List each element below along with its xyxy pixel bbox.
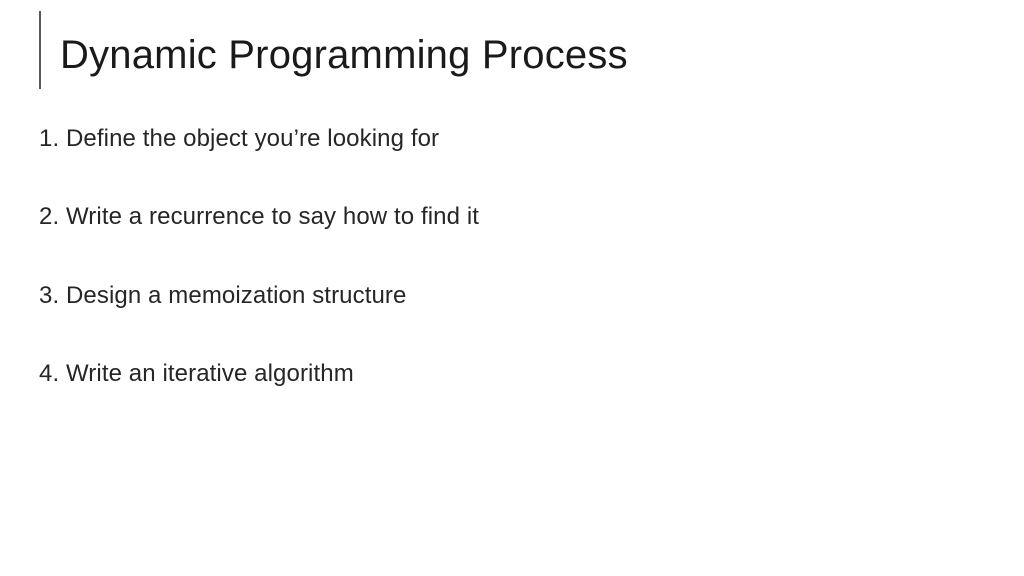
list-item: 4. Write an iterative algorithm — [39, 358, 984, 390]
title-rule — [39, 11, 41, 89]
list-item: 2. Write a recurrence to say how to find… — [39, 201, 984, 233]
list-item: 1. Define the object you’re looking for — [39, 123, 984, 155]
slide-title: Dynamic Programming Process — [60, 21, 628, 89]
slide-body: 1. Define the object you’re looking for … — [39, 123, 984, 437]
title-block: Dynamic Programming Process — [39, 21, 628, 89]
list-item: 3. Design a memoization structure — [39, 280, 984, 312]
